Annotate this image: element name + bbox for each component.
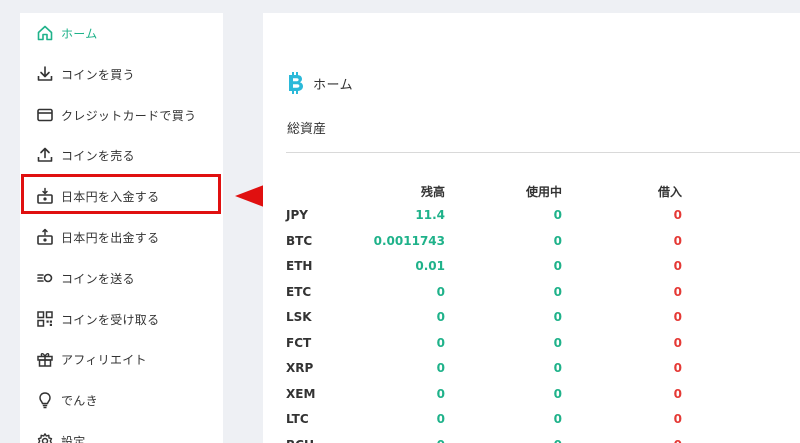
sidebar-item-credit-card[interactable]: クレジットカードで買う <box>20 95 223 135</box>
currency-code: ETH <box>286 259 313 273</box>
sidebar-item-electricity[interactable]: でんき <box>20 380 223 420</box>
in-use-value: 0 <box>553 310 562 324</box>
sidebar-item-label: コインを送る <box>61 271 135 286</box>
in-use-value: 0 <box>553 412 562 426</box>
column-header-in-use: 使用中 <box>525 185 562 199</box>
table-row: ETC 0 0 0 <box>263 285 800 310</box>
gear-icon <box>36 432 54 443</box>
currency-code: BCH <box>286 438 314 443</box>
table-row: JPY 11.4 0 0 <box>263 208 800 233</box>
table-row: BTC 0.0011743 0 0 <box>263 234 800 259</box>
balance-value: 0 <box>436 284 445 299</box>
in-use-value: 0 <box>553 386 562 401</box>
sidebar-item-label: コインを売る <box>61 148 135 163</box>
credit-card-icon <box>36 106 54 124</box>
main-content: ホーム 総資産 残高 使用中 借入 JPY 11.4 0 0 BTC 0.0011743 0… <box>263 13 800 443</box>
sidebar-item-label: 日本円を出金する <box>61 230 160 245</box>
table-row: FCT 0 0 0 <box>263 336 800 361</box>
lightbulb-icon <box>36 391 54 409</box>
balance-value: 11.4 <box>415 208 445 222</box>
borrowed-value: 0 <box>673 259 682 273</box>
balance-value: 0 <box>436 335 445 350</box>
in-use-value: 0 <box>553 233 562 248</box>
table-row: LSK 0 0 0 <box>263 310 800 335</box>
divider <box>286 152 800 153</box>
borrowed-value: 0 <box>674 438 682 443</box>
page-title: ホーム <box>313 77 354 93</box>
sidebar-item-send-coin[interactable]: コインを送る <box>20 258 223 298</box>
sidebar-item-sell-coin[interactable]: コインを売る <box>20 135 223 175</box>
sidebar-item-label: コインを受け取る <box>61 312 160 327</box>
balance-value: 0 <box>436 386 445 401</box>
currency-code: LTC <box>286 412 309 426</box>
balance-value: 0 <box>437 438 445 443</box>
column-header-balance: 残高 <box>420 185 445 199</box>
borrowed-value: 0 <box>673 208 682 222</box>
section-title-total-assets: 総資産 <box>287 122 327 137</box>
download-icon <box>36 65 54 83</box>
in-use-value: 0 <box>553 361 562 375</box>
balance-value: 0 <box>436 412 445 426</box>
page-header: ホーム <box>287 71 353 95</box>
sidebar-item-label: コインを買う <box>61 67 135 82</box>
sidebar: ホーム コインを買う クレジットカードで買う コインを売る 日本円を入金する 日… <box>20 13 223 443</box>
upload-icon <box>36 146 54 164</box>
sidebar-item-label: アフィリエイト <box>61 352 147 367</box>
table-row: XRP 0 0 0 <box>263 361 800 386</box>
balance-value: 0.0011743 <box>373 233 445 248</box>
in-use-value: 0 <box>553 335 562 350</box>
sidebar-item-label: ホーム <box>61 26 98 41</box>
sidebar-item-label: クレジットカードで買う <box>61 108 197 123</box>
sidebar-item-withdraw-jpy[interactable]: 日本円を出金する <box>20 217 223 257</box>
home-icon <box>36 24 54 42</box>
borrowed-value: 0 <box>673 361 682 375</box>
borrowed-value: 0 <box>673 335 682 350</box>
currency-code: ETC <box>286 284 312 299</box>
sidebar-item-settings[interactable]: 設定 <box>20 421 223 443</box>
table-row: ETH 0.01 0 0 <box>263 259 800 284</box>
bitcoin-logo-icon <box>289 72 303 94</box>
in-use-value: 0 <box>553 284 562 299</box>
gift-icon <box>36 350 54 368</box>
qr-code-icon <box>36 310 54 328</box>
sidebar-item-label: 設定 <box>61 434 86 443</box>
column-header-borrowed: 借入 <box>657 185 682 199</box>
sidebar-item-home[interactable]: ホーム <box>20 13 223 53</box>
currency-code: BTC <box>286 233 313 248</box>
balance-value: 0.01 <box>415 259 445 273</box>
sidebar-item-receive-coin[interactable]: コインを受け取る <box>20 299 223 339</box>
annotation-highlight-box <box>21 174 221 214</box>
currency-code: XEM <box>286 386 316 401</box>
currency-code: XRP <box>286 361 314 375</box>
in-use-value: 0 <box>554 438 562 443</box>
table-row: LTC 0 0 0 <box>263 412 800 437</box>
table-row: XEM 0 0 0 <box>263 387 800 412</box>
borrowed-value: 0 <box>673 412 682 426</box>
borrowed-value: 0 <box>673 310 682 324</box>
sidebar-item-affiliate[interactable]: アフィリエイト <box>20 339 223 379</box>
currency-code: FCT <box>286 335 312 350</box>
sidebar-item-label: でんき <box>61 393 98 408</box>
in-use-value: 0 <box>553 259 562 273</box>
borrowed-value: 0 <box>673 284 682 299</box>
borrowed-value: 0 <box>673 233 682 248</box>
balance-value: 0 <box>436 310 445 324</box>
table-row: BCH 0 0 0 <box>263 438 800 443</box>
balance-value: 0 <box>436 361 445 375</box>
withdraw-icon <box>36 228 54 246</box>
borrowed-value: 0 <box>673 386 682 401</box>
in-use-value: 0 <box>553 208 562 222</box>
currency-code: LSK <box>286 310 312 324</box>
send-icon <box>36 269 54 287</box>
sidebar-item-buy-coin[interactable]: コインを買う <box>20 54 223 94</box>
currency-code: JPY <box>286 208 308 222</box>
